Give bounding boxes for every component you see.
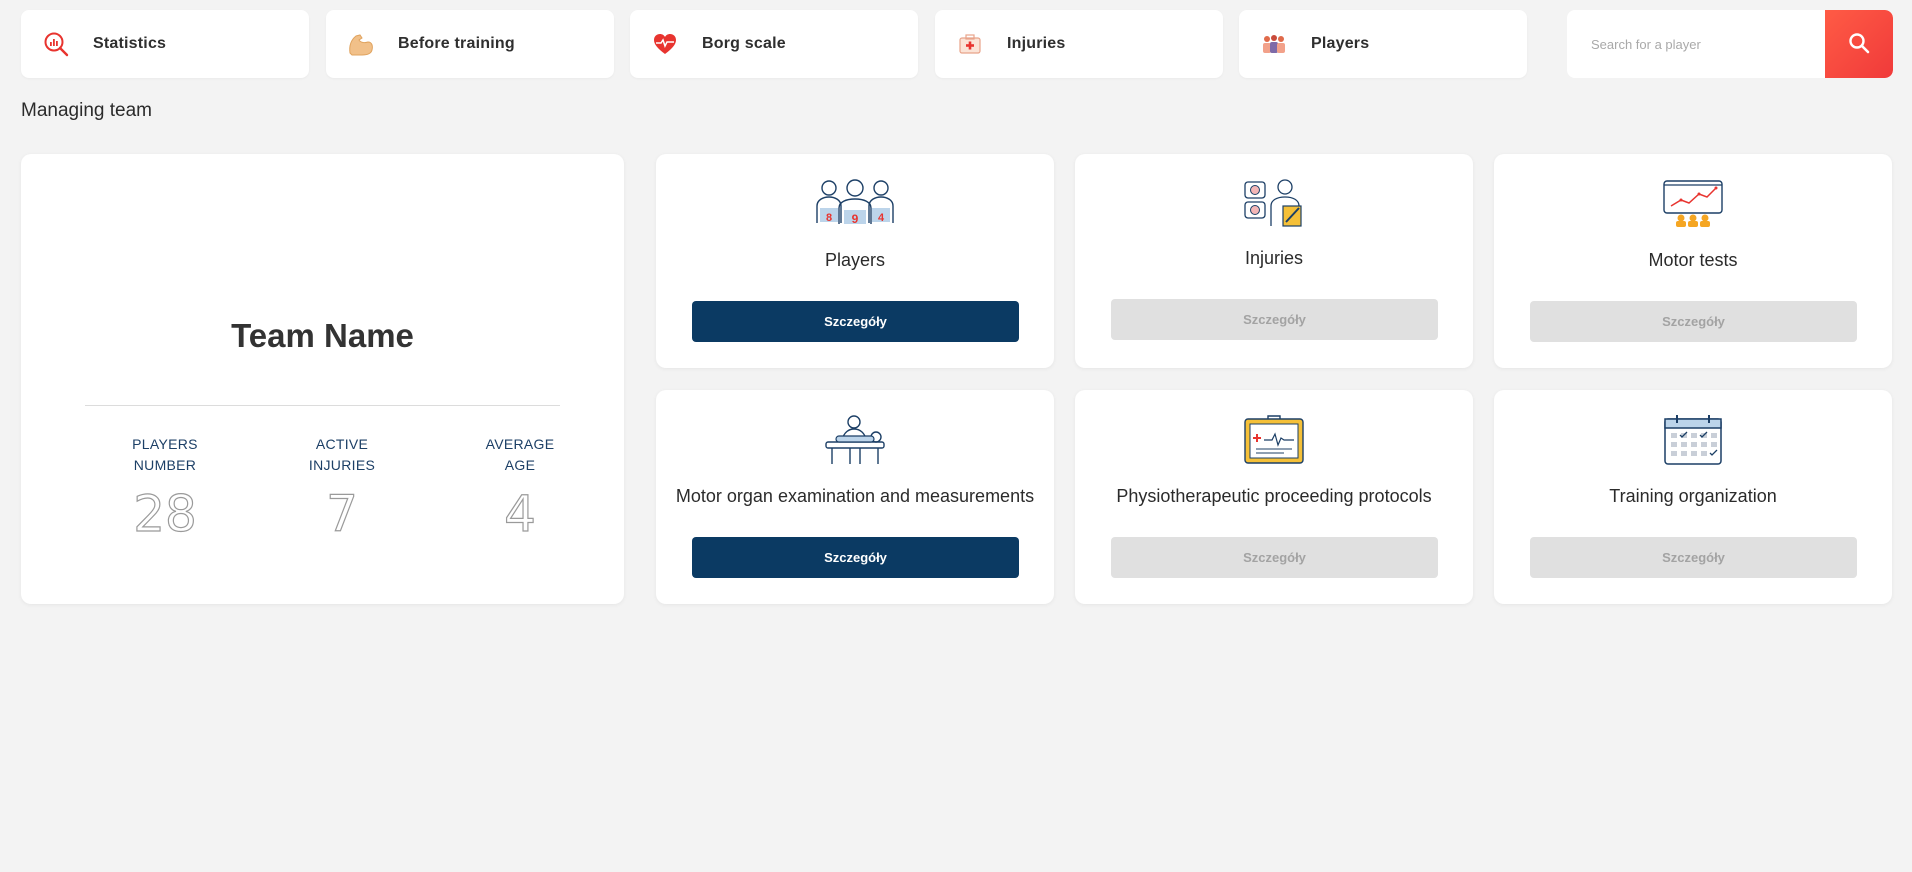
svg-text:9: 9 <box>852 212 859 226</box>
stat-average-age: AVERAGE AGE 4 <box>450 434 590 543</box>
nav-label: Before training <box>398 35 515 52</box>
search-icon <box>1848 32 1870 57</box>
nav-label: Players <box>1311 35 1370 52</box>
examination-table-icon <box>656 414 1054 466</box>
module-card-physiotherapeutic-protocols: Physiotherapeutic proceeding protocols S… <box>1075 390 1473 604</box>
details-button[interactable]: Szczegóły <box>1111 299 1438 340</box>
details-button[interactable]: Szczegóły <box>692 301 1019 342</box>
module-title: Injuries <box>1244 248 1304 268</box>
nav-label: Statistics <box>93 35 167 52</box>
heart-pulse-icon <box>650 29 680 59</box>
nav-tile-borg-scale[interactable]: Borg scale <box>630 10 918 78</box>
module-card-training-organization: Training organization Szczegóły <box>1494 390 1892 604</box>
medical-kit-icon <box>955 29 985 59</box>
doctor-injuries-icon <box>1075 178 1473 230</box>
players-jerseys-icon: 8 9 4 <box>656 178 1054 230</box>
stat-label: PLAYERS NUMBER <box>132 436 198 473</box>
module-title: Motor tests <box>1648 250 1738 270</box>
clipboard-ecg-icon <box>1075 414 1473 466</box>
module-card-injuries: Injuries Szczegóły <box>1075 154 1473 368</box>
module-title: Physiotherapeutic proceeding protocols <box>1116 486 1432 506</box>
stat-value: 4 <box>503 485 536 543</box>
calendar-icon <box>1494 414 1892 466</box>
nav-label: Injuries <box>1007 35 1066 52</box>
nav-tile-injuries[interactable]: Injuries <box>935 10 1223 78</box>
team-name: Team Name <box>231 317 414 354</box>
module-title: Players <box>824 250 886 270</box>
player-search <box>1567 10 1893 78</box>
module-card-motor-organ-examination: Motor organ examination and measurements… <box>656 390 1054 604</box>
nav-tile-players[interactable]: Players <box>1239 10 1527 78</box>
section-title: Managing team <box>21 100 152 121</box>
statistics-magnifier-icon <box>41 29 71 59</box>
module-card-players: 8 9 4 Players Szczegóły <box>656 154 1054 368</box>
stat-active-injuries: ACTIVE INJURIES 7 <box>272 434 412 543</box>
players-group-icon <box>1259 29 1289 59</box>
stat-players-number: PLAYERS NUMBER 28 <box>95 434 235 543</box>
module-card-motor-tests: Motor tests Szczegóły <box>1494 154 1892 368</box>
team-summary-card: Team Name PLAYERS NUMBER 28 ACTIVE INJURIE… <box>21 154 624 604</box>
nav-label: Borg scale <box>702 35 786 52</box>
search-input[interactable] <box>1567 10 1823 78</box>
details-button[interactable]: Szczegóły <box>1111 537 1438 578</box>
module-title: Training organization <box>1609 486 1777 506</box>
presentation-chart-icon <box>1494 178 1892 230</box>
stat-value: 28 <box>133 485 198 543</box>
module-title: Motor organ examination and measurements <box>675 486 1035 506</box>
svg-text:4: 4 <box>878 212 885 224</box>
svg-text:8: 8 <box>826 212 832 224</box>
nav-tile-statistics[interactable]: Statistics <box>21 10 309 78</box>
divider <box>85 405 560 406</box>
nav-tile-before-training[interactable]: Before training <box>326 10 614 78</box>
stat-value: 7 <box>325 485 358 543</box>
details-button[interactable]: Szczegóły <box>692 537 1019 578</box>
arm-muscle-icon <box>346 29 376 59</box>
search-button[interactable] <box>1825 10 1893 78</box>
stat-label: ACTIVE INJURIES <box>308 436 376 473</box>
details-button[interactable]: Szczegóły <box>1530 301 1857 342</box>
stat-label: AVERAGE AGE <box>485 436 555 473</box>
details-button[interactable]: Szczegóły <box>1530 537 1857 578</box>
